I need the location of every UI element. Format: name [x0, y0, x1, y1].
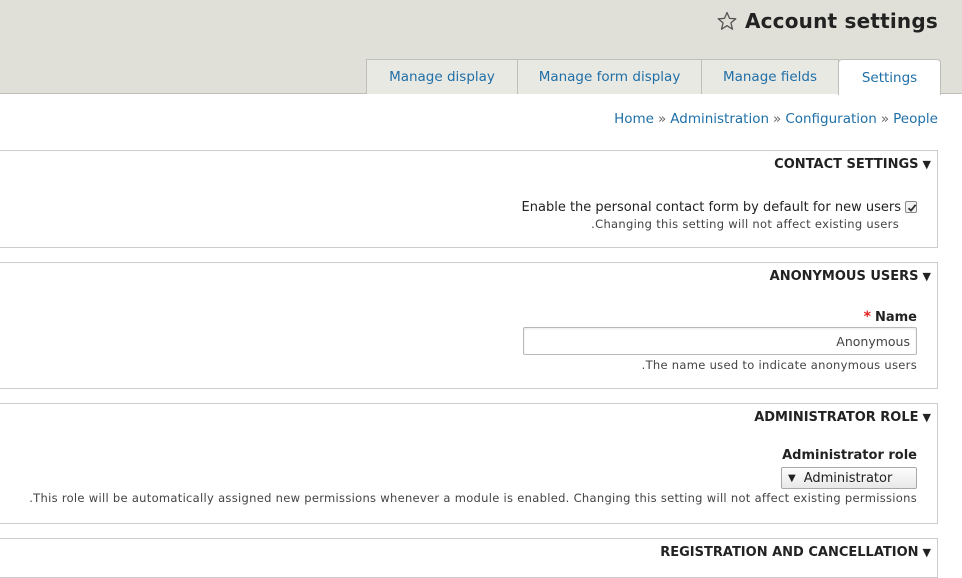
legend-text: ANONYMOUS USERS	[769, 269, 919, 284]
contact-description: .Changing this setting will not affect e…	[591, 217, 899, 231]
tab-manage-form-display[interactable]: Manage form display	[517, 59, 702, 94]
star-outline-icon[interactable]	[717, 11, 737, 31]
page-title: Account settings	[717, 9, 938, 33]
contact-form-checkbox[interactable]	[905, 200, 917, 213]
anonymous-name-input[interactable]	[523, 327, 917, 355]
contact-checkbox-label[interactable]: Enable the personal contact form by defa…	[522, 200, 901, 215]
contact-checkbox-row: Enable the personal contact form by defa…	[522, 196, 917, 215]
collapse-triangle-icon: ▼	[922, 158, 931, 171]
legend-text: CONTACT SETTINGS	[774, 157, 919, 172]
breadcrumb-configuration[interactable]: Configuration	[785, 111, 877, 127]
breadcrumb-people[interactable]: People	[893, 111, 938, 127]
required-marker: *	[863, 309, 871, 325]
tab-manage-display[interactable]: Manage display	[366, 59, 518, 94]
breadcrumb: Home» Administration» Configuration» People	[614, 111, 938, 127]
fieldset-legend-administrator-role[interactable]: ADMINISTRATOR ROLE ▼	[754, 410, 931, 425]
tab-manage-fields[interactable]: Manage fields	[701, 59, 839, 94]
administrator-role-select[interactable]: ▼ Administrator	[781, 467, 917, 489]
collapse-triangle-icon: ▼	[922, 270, 931, 283]
name-label: Name	[874, 310, 917, 325]
legend-text: REGISTRATION AND CANCELLATION	[660, 545, 919, 560]
chevron-down-icon: ▼	[788, 472, 796, 484]
breadcrumb-separator: »	[657, 111, 667, 127]
breadcrumb-home[interactable]: Home	[614, 111, 654, 127]
administrator-role-description: .This role will be automatically assigne…	[29, 491, 917, 505]
breadcrumb-separator: »	[880, 111, 890, 127]
page-title-text: Account settings	[744, 9, 938, 33]
tabs: Manage display Manage form display Manag…	[366, 59, 941, 95]
anonymous-description: .The name used to indicate anonymous use…	[641, 358, 917, 372]
fieldset-administrator-role: ADMINISTRATOR ROLE ▼ Administrator role ▼…	[0, 403, 938, 524]
fieldset-registration-cancellation: REGISTRATION AND CANCELLATION ▼	[0, 538, 938, 578]
collapse-triangle-icon: ▼	[922, 546, 931, 559]
name-label-row: * Name	[864, 306, 917, 325]
collapse-triangle-icon: ▼	[922, 411, 931, 424]
fieldset-legend-anonymous-users[interactable]: ANONYMOUS USERS ▼	[770, 269, 931, 284]
legend-text: ADMINISTRATOR ROLE	[754, 410, 919, 425]
page-header: Account settings Manage display Manage f…	[0, 0, 962, 95]
administrator-role-label: Administrator role	[782, 448, 917, 463]
select-value: Administrator	[803, 470, 893, 486]
fieldset-legend-registration[interactable]: REGISTRATION AND CANCELLATION ▼	[660, 545, 931, 560]
fieldset-legend-contact-settings[interactable]: CONTACT SETTINGS ▼	[774, 157, 931, 172]
breadcrumb-separator: »	[773, 111, 782, 127]
fieldset-contact-settings: CONTACT SETTINGS ▼ Enable the personal co…	[0, 150, 938, 248]
tab-settings[interactable]: Settings	[838, 59, 941, 95]
breadcrumb-administration[interactable]: Administration	[670, 111, 769, 127]
fieldset-anonymous-users: ANONYMOUS USERS▼ *Name .The name used to…	[0, 262, 938, 389]
